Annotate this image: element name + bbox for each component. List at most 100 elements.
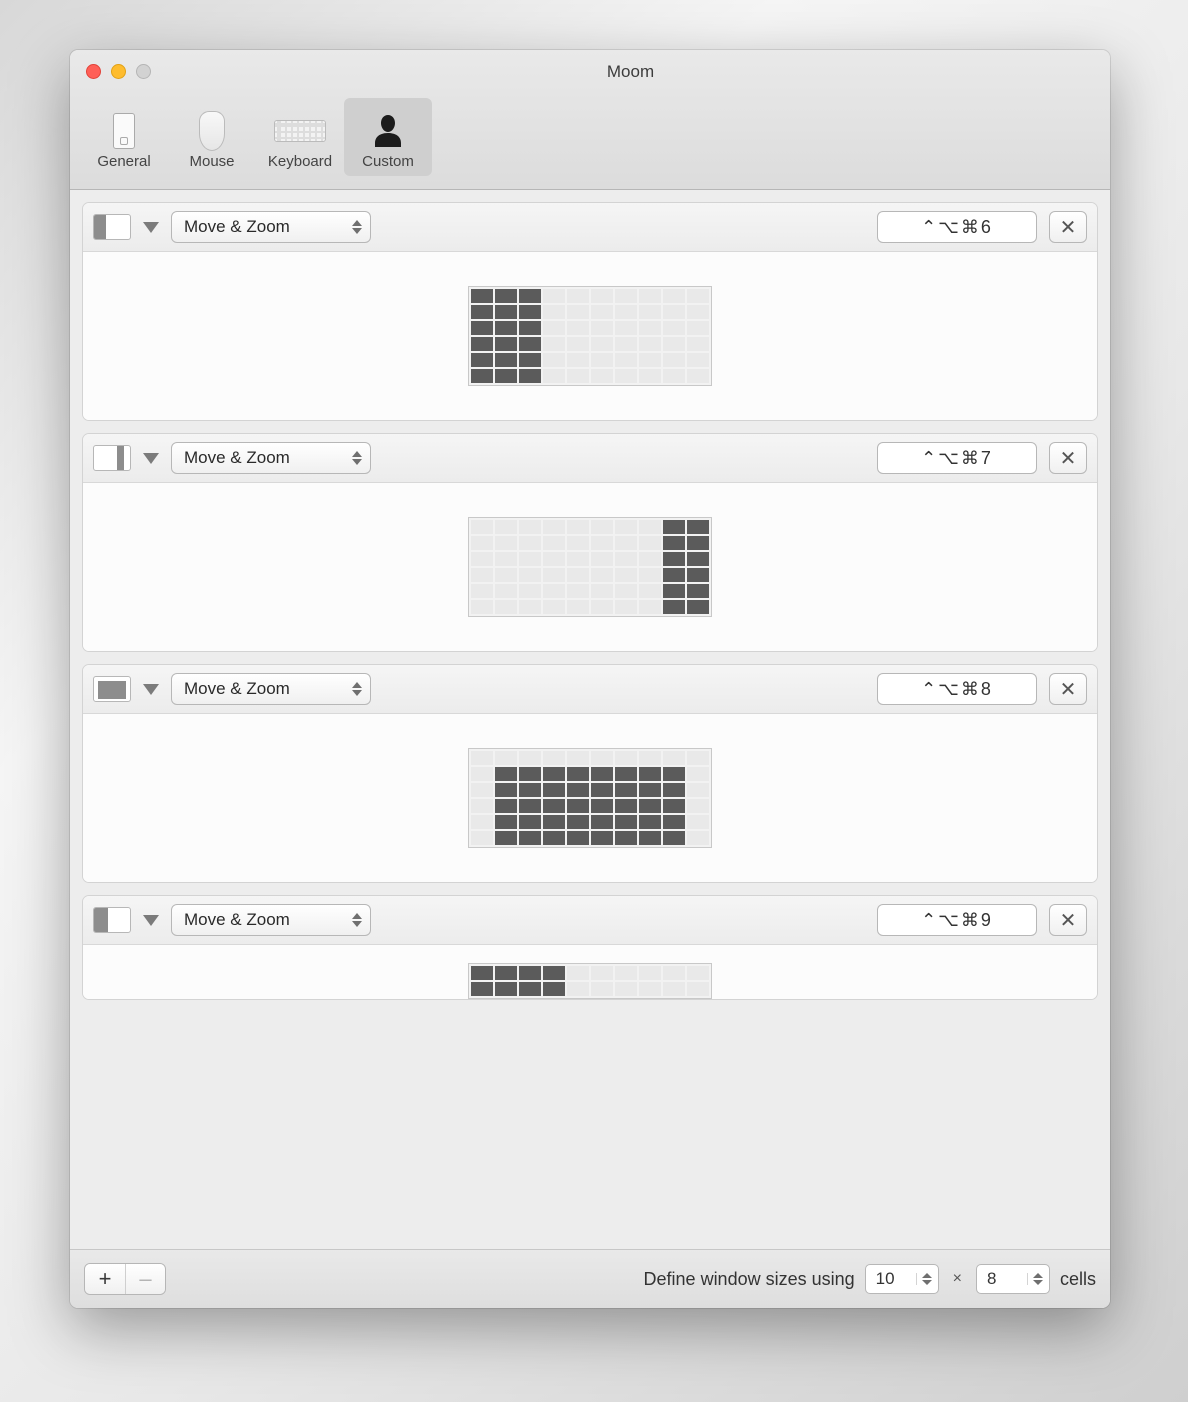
- grid-cell[interactable]: [663, 353, 685, 367]
- grid-cell[interactable]: [567, 536, 589, 550]
- action-type-popup[interactable]: Move & Zoom: [171, 442, 371, 474]
- action-header[interactable]: Move & Zoom⌃⌥⌘9✕: [83, 896, 1097, 945]
- grid-cell[interactable]: [591, 289, 613, 303]
- grid-cell[interactable]: [615, 799, 637, 813]
- grid-cell[interactable]: [615, 584, 637, 598]
- grid-cell[interactable]: [519, 783, 541, 797]
- grid-cell[interactable]: [639, 321, 661, 335]
- grid-cell[interactable]: [615, 966, 637, 980]
- grid-cell[interactable]: [567, 831, 589, 845]
- grid-cell[interactable]: [495, 831, 517, 845]
- grid-cell[interactable]: [471, 584, 493, 598]
- grid-cell[interactable]: [495, 783, 517, 797]
- grid-cell[interactable]: [639, 369, 661, 383]
- tab-custom[interactable]: Custom: [344, 98, 432, 176]
- grid-cell[interactable]: [519, 815, 541, 829]
- grid-cell[interactable]: [543, 305, 565, 319]
- disclosure-down-icon[interactable]: [143, 222, 159, 233]
- grid-cell[interactable]: [687, 815, 709, 829]
- grid-cell[interactable]: [495, 289, 517, 303]
- grid-cell[interactable]: [519, 966, 541, 980]
- grid-cell[interactable]: [543, 369, 565, 383]
- grid-cell[interactable]: [615, 783, 637, 797]
- grid-cell[interactable]: [495, 369, 517, 383]
- clear-shortcut-button[interactable]: ✕: [1049, 442, 1087, 474]
- grid-cell[interactable]: [495, 600, 517, 614]
- grid-cell[interactable]: [543, 568, 565, 582]
- grid-cell[interactable]: [615, 568, 637, 582]
- grid-cell[interactable]: [615, 552, 637, 566]
- grid-cell[interactable]: [471, 520, 493, 534]
- grid-cell[interactable]: [519, 305, 541, 319]
- tab-keyboard[interactable]: Keyboard: [256, 98, 344, 176]
- grid-cell[interactable]: [567, 815, 589, 829]
- grid-cell[interactable]: [687, 982, 709, 996]
- grid-cell[interactable]: [615, 536, 637, 550]
- grid-cell[interactable]: [687, 783, 709, 797]
- grid-cell[interactable]: [663, 767, 685, 781]
- grid-cell[interactable]: [543, 982, 565, 996]
- shortcut-field[interactable]: ⌃⌥⌘7: [877, 442, 1037, 474]
- grid-cell[interactable]: [519, 600, 541, 614]
- grid-cell[interactable]: [543, 799, 565, 813]
- grid-cell[interactable]: [687, 337, 709, 351]
- grid-cell[interactable]: [495, 815, 517, 829]
- grid-cell[interactable]: [639, 568, 661, 582]
- grid-cell[interactable]: [687, 966, 709, 980]
- grid-cell[interactable]: [471, 982, 493, 996]
- grid-cell[interactable]: [495, 305, 517, 319]
- grid-cell[interactable]: [639, 831, 661, 845]
- resize-grid[interactable]: [468, 286, 712, 386]
- zoom-window-button[interactable]: [136, 64, 151, 79]
- grid-cell[interactable]: [519, 751, 541, 765]
- grid-cell[interactable]: [543, 767, 565, 781]
- grid-cell[interactable]: [543, 536, 565, 550]
- tab-mouse[interactable]: Mouse: [168, 98, 256, 176]
- grid-cell[interactable]: [495, 552, 517, 566]
- grid-cell[interactable]: [687, 536, 709, 550]
- grid-cell[interactable]: [639, 751, 661, 765]
- grid-cell[interactable]: [567, 289, 589, 303]
- grid-cell[interactable]: [639, 815, 661, 829]
- grid-cell[interactable]: [591, 568, 613, 582]
- grid-cell[interactable]: [591, 815, 613, 829]
- minimize-window-button[interactable]: [111, 64, 126, 79]
- grid-cell[interactable]: [543, 321, 565, 335]
- grid-cell[interactable]: [639, 337, 661, 351]
- grid-cell[interactable]: [591, 552, 613, 566]
- grid-cell[interactable]: [567, 799, 589, 813]
- grid-cell[interactable]: [495, 751, 517, 765]
- grid-cell[interactable]: [639, 584, 661, 598]
- action-header[interactable]: Move & Zoom⌃⌥⌘8✕: [83, 665, 1097, 714]
- add-button[interactable]: +: [85, 1264, 125, 1294]
- grid-cell[interactable]: [591, 600, 613, 614]
- action-type-popup[interactable]: Move & Zoom: [171, 904, 371, 936]
- grid-cell[interactable]: [567, 982, 589, 996]
- grid-cell[interactable]: [615, 831, 637, 845]
- grid-cell[interactable]: [567, 520, 589, 534]
- grid-cell[interactable]: [687, 289, 709, 303]
- grid-cell[interactable]: [567, 767, 589, 781]
- grid-cell[interactable]: [567, 584, 589, 598]
- resize-grid[interactable]: [468, 748, 712, 848]
- grid-cell[interactable]: [615, 369, 637, 383]
- grid-cell[interactable]: [591, 353, 613, 367]
- grid-cell[interactable]: [663, 289, 685, 303]
- grid-cell[interactable]: [495, 337, 517, 351]
- grid-cell[interactable]: [543, 751, 565, 765]
- grid-cell[interactable]: [591, 751, 613, 765]
- grid-cell[interactable]: [687, 799, 709, 813]
- grid-cell[interactable]: [663, 831, 685, 845]
- grid-cell[interactable]: [543, 600, 565, 614]
- grid-cell[interactable]: [567, 552, 589, 566]
- remove-button[interactable]: –: [125, 1264, 165, 1294]
- grid-cell[interactable]: [495, 353, 517, 367]
- grid-cell[interactable]: [663, 536, 685, 550]
- grid-cell[interactable]: [591, 536, 613, 550]
- grid-cell[interactable]: [663, 568, 685, 582]
- grid-cell[interactable]: [687, 584, 709, 598]
- grid-cell[interactable]: [567, 337, 589, 351]
- grid-cell[interactable]: [543, 783, 565, 797]
- grid-cell[interactable]: [687, 751, 709, 765]
- grid-cols-stepper[interactable]: 10: [865, 1264, 939, 1294]
